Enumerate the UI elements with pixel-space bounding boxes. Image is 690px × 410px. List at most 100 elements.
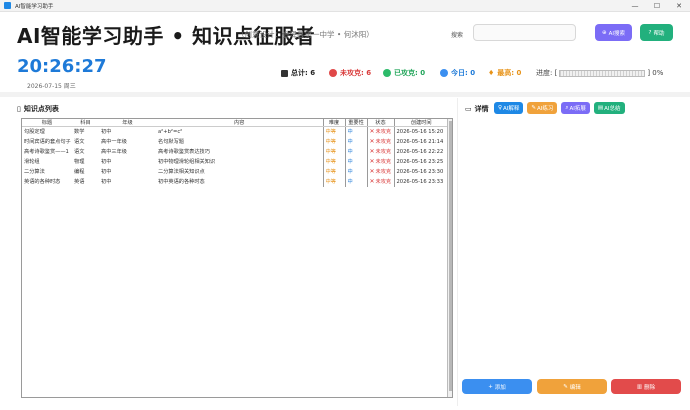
cell-grade: 初中 [101,179,112,185]
ai-summary-button[interactable]: ▤ AI总结 [593,102,625,114]
table-header-row: 标题 科目 年级 内容 难度 重要性 状态 创建时间 [22,119,448,127]
green-dot-icon [383,69,391,77]
help-label: 帮助 [653,30,665,37]
cell-title: 英语的各种时态 [24,179,61,185]
table-row[interactable]: 高考诗歌鉴赏——1 语文 高中三年级 高考诗歌鉴赏表达技巧 中等中 ✕未攻克 2026-05… [22,146,448,157]
progress-bar [559,69,646,77]
maximize-button[interactable]: ☐ [646,0,668,12]
app-subtitle: （创意设计：会泽县第一中学 • 何沐阳） [237,30,374,39]
cell-created: 2026-05-16 22:22 [393,146,448,157]
ai-summary-label: AI总结 [604,106,621,112]
cell-title: 二分算法 [24,169,45,175]
trash-icon: ▥ [636,383,643,390]
edit-button[interactable]: ✎ 编辑 [537,379,607,394]
add-button[interactable]: + 添加 [462,379,532,394]
stat-max: ♦ 最高: 0 [488,68,521,78]
search-input[interactable] [473,24,576,41]
column-header[interactable]: 状态 [366,119,394,127]
column-header[interactable]: 创建时间 [393,119,448,127]
cell-created: 2026-05-16 23:33 [393,176,448,187]
cell-created: 2026-05-16 21:14 [393,136,448,147]
cell-title: 高考诗歌鉴赏——1 [24,149,69,155]
table-row[interactable]: 二分算法 编程 初中 二分算法相关知识点 中等中 ✕未攻克 2026-05-16 23:30 [22,166,448,177]
knowledge-list-title: 知识点列表 [23,105,59,113]
ai-practice-label: AI练习 [537,106,554,112]
column-header[interactable]: 内容 [156,119,323,127]
cell-status: ✕未攻克 [366,166,394,177]
plus-icon: + [488,383,493,390]
stat-undone: 未攻克: 6 [329,68,371,78]
cell-grade: 高中一年级 [101,139,127,145]
cell-grade: 高中三年级 [101,149,127,155]
progress-suffix: ] 0% [647,69,664,77]
edit-icon: ✎ [563,383,568,390]
delete-label: 删除 [644,384,656,391]
ai-explain-label: AI解释 [503,106,520,112]
document-icon: ▯ [17,105,21,113]
column-header[interactable]: 标题 [22,119,72,127]
summary-icon: ▤ [597,105,604,111]
column-header[interactable]: 科目 [72,119,99,127]
ai-tools: ♀ AI解释 ✎ AI练习 ⌕ AI拓展 ▤ AI总结 [494,102,625,114]
cell-title: 滑轮组 [24,159,40,165]
ai-practice-button[interactable]: ✎ AI练习 [527,102,558,114]
progress-indicator: 进度: [ ] 0% [536,68,663,78]
status-label: 未攻克 [375,139,392,145]
save-icon [281,69,288,77]
cell-title: 勾股定理 [24,129,45,136]
detail-content[interactable] [460,120,682,375]
add-label: 添加 [494,384,506,391]
cell-difficulty: 中等 [322,156,345,167]
cell-subject: 英语 [74,179,85,185]
column-header[interactable]: 年级 [99,119,156,127]
table-row[interactable]: 勾股定理 数学 初中 a²+b²=c² 中等中 ✕未攻克 2026-05-16 15:20 [22,126,448,137]
section-divider [0,92,690,97]
cell-created: 2026-05-16 23:25 [393,156,448,167]
window-controls: — ☐ ✕ [624,0,690,12]
table-row[interactable]: 时间宾语的套点句子 语文 高中一年级 名句默写题 中等中 ✕未攻克 2026-05-16 2… [22,136,448,147]
stat-done: 已攻克: 0 [383,68,425,78]
cell-subject: 数学 [74,129,85,136]
red-dot-icon [329,69,337,77]
delete-button[interactable]: ▥ 删除 [611,379,681,394]
app-header: AI智能学习助手 • 知识点征服者 （创意设计：会泽县第一中学 • 何沐阳） 搜… [0,12,690,54]
ai-search-button[interactable]: ⊕ AI搜索 [595,24,632,41]
cell-status: ✕未攻克 [366,146,394,157]
cell-subject: 语文 [74,139,85,145]
cell-created: 2026-05-16 23:30 [393,166,448,177]
ai-explain-button[interactable]: ♀ AI解释 [494,102,524,114]
window-titlebar: AI智能学习助手 — ☐ ✕ [0,0,690,12]
window-title: AI智能学习助手 [15,3,54,10]
cell-importance: 中 [344,136,367,147]
stat-done-label: 已攻克: 0 [394,69,426,77]
cell-importance: 中 [344,126,367,137]
knowledge-table[interactable]: 标题 科目 年级 内容 难度 重要性 状态 创建时间 勾股定理 数学 初中 a²+b²… [21,118,453,398]
cell-status: ✕未攻克 [366,176,394,187]
status-label: 未攻克 [375,179,392,185]
date: 2026-07-15 周三 [27,83,76,90]
help-button[interactable]: ? 帮助 [640,24,673,41]
cross-icon: ✕ [369,158,375,165]
cell-grade: 初中 [101,169,112,175]
status-label: 未攻克 [375,169,392,175]
cell-importance: 中 [344,166,367,177]
column-header[interactable]: 难度 [322,119,345,127]
cross-icon: ✕ [369,168,375,175]
stat-today: 今日: 0 [440,68,475,78]
close-button[interactable]: ✕ [668,0,690,12]
cell-subject: 物理 [74,159,85,165]
ai-expand-button[interactable]: ⌕ AI拓展 [561,102,590,114]
bulb-icon: ♀ [498,105,503,111]
column-header[interactable]: 重要性 [344,119,367,127]
table-row[interactable]: 英语的各种时态 英语 初中 初中英语的各种时态 中等中 ✕未攻克 2026-05-16 23… [22,176,448,187]
minimize-button[interactable]: — [624,0,646,12]
cross-icon: ✕ [369,138,375,145]
cell-created: 2026-05-16 15:20 [393,126,448,137]
scrollbar-thumb[interactable] [449,121,452,391]
details-title: 详情 [474,105,489,113]
progress-prefix: 进度: [ [536,69,558,77]
table-scrollbar[interactable] [447,119,452,397]
clock: 20:26:27 [17,56,107,77]
table-row[interactable]: 滑轮组 物理 初中 初中物理滑轮组相关知识 中等中 ✕未攻克 2026-05-16 23:2… [22,156,448,167]
cell-content: 高考诗歌鉴赏表达技巧 [158,149,210,155]
